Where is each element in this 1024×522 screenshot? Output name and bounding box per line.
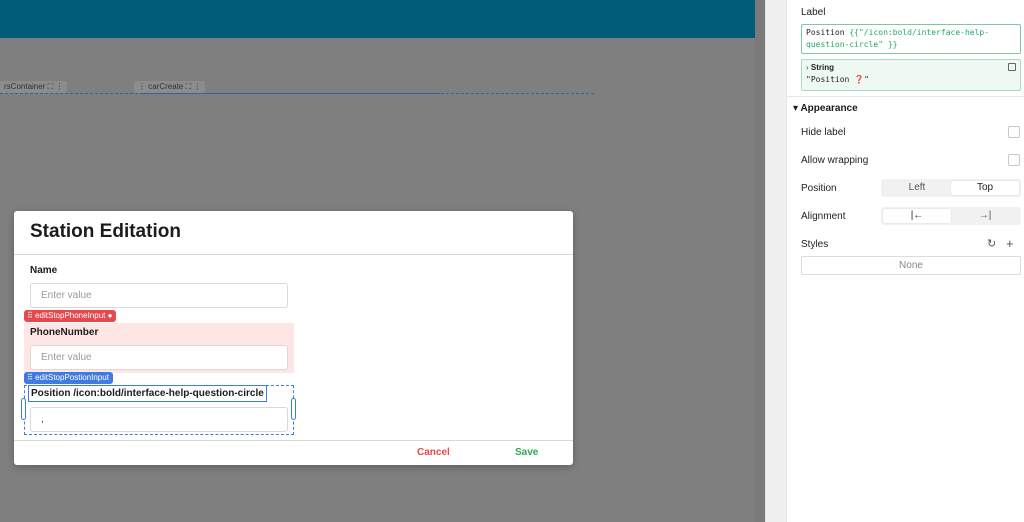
divider — [787, 96, 1024, 97]
allow-wrapping-label: Allow wrapping — [801, 155, 869, 166]
label-property-title: Label — [801, 7, 826, 18]
position-option-top[interactable]: Top — [951, 181, 1019, 195]
chip-label: carCreate — [148, 82, 184, 91]
panel-scroll-strip[interactable] — [765, 0, 786, 522]
result-type: String — [810, 63, 835, 72]
station-edit-dialog: Station Editation Name Enter value ⠿ edi… — [14, 211, 573, 465]
chip-label: rsContainer — [4, 82, 46, 91]
alignment-segmented-control: |← →| — [881, 207, 1021, 225]
name-label: Name — [30, 265, 58, 276]
section-label: Appearance — [800, 103, 858, 114]
label-expression-editor[interactable]: Position {{"/icon:bold/interface-help-qu… — [801, 24, 1021, 54]
badge-label: editStopPostionInput — [35, 373, 109, 382]
add-icon[interactable]: + — [1006, 236, 1014, 251]
resize-handle-right[interactable] — [291, 398, 296, 420]
editor-canvas: rsContainer ⛶ ⋮ ⋮ carCreate ⛶ ⋮ Station … — [0, 0, 765, 522]
cancel-button[interactable]: Cancel — [417, 447, 450, 458]
align-end-icon[interactable]: →| — [951, 209, 1019, 223]
phone-label: PhoneNumber — [30, 327, 99, 338]
position-input[interactable]: , — [30, 407, 288, 432]
code-prefix: Position — [806, 28, 850, 37]
position-label-editor[interactable]: Position /icon:bold/interface-help-quest… — [28, 385, 267, 402]
hide-label-checkbox[interactable] — [1008, 126, 1020, 138]
resize-handle-left[interactable] — [21, 398, 26, 420]
position-property-label: Position — [801, 183, 837, 194]
canvas-edge — [755, 0, 765, 522]
allow-wrapping-checkbox[interactable] — [1008, 154, 1020, 166]
phone-input-badge[interactable]: ⠿ editStopPhoneInput ● — [24, 310, 117, 322]
phone-input[interactable]: Enter value — [30, 345, 288, 370]
position-option-left[interactable]: Left — [883, 181, 951, 195]
position-input-badge[interactable]: ⠿ editStopPostionInput — [24, 372, 113, 384]
component-chip-car-create[interactable]: ⋮ carCreate ⛶ ⋮ — [134, 81, 206, 93]
warning-icon: ● — [107, 311, 113, 320]
dialog-title: Station Editation — [30, 221, 181, 242]
appearance-section-header[interactable]: ▾ Appearance — [793, 103, 858, 114]
alignment-property-label: Alignment — [801, 211, 846, 222]
chevron-right-icon[interactable]: › — [806, 63, 809, 72]
hide-label-label: Hide label — [801, 127, 846, 138]
styles-label: Styles — [801, 239, 829, 250]
copy-icon[interactable] — [1008, 63, 1016, 71]
component-chip-container[interactable]: rsContainer ⛶ ⋮ — [0, 81, 68, 93]
position-segmented-control: Left Top — [881, 179, 1021, 197]
selection-line — [140, 93, 440, 94]
divider — [14, 254, 573, 255]
result-value: "Position ❓" — [806, 75, 869, 84]
expression-result: › String "Position ❓" — [801, 59, 1021, 91]
save-button[interactable]: Save — [515, 447, 538, 458]
badge-label: editStopPhoneInput — [35, 311, 106, 320]
align-start-icon[interactable]: |← — [883, 209, 951, 223]
properties-panel: Label Position {{"/icon:bold/interface-h… — [786, 0, 1024, 522]
refresh-icon[interactable]: ↻ — [987, 237, 996, 250]
styles-select[interactable]: None — [801, 256, 1021, 275]
divider — [14, 440, 573, 441]
app-header-bar — [0, 0, 765, 38]
name-input[interactable]: Enter value — [30, 283, 288, 308]
